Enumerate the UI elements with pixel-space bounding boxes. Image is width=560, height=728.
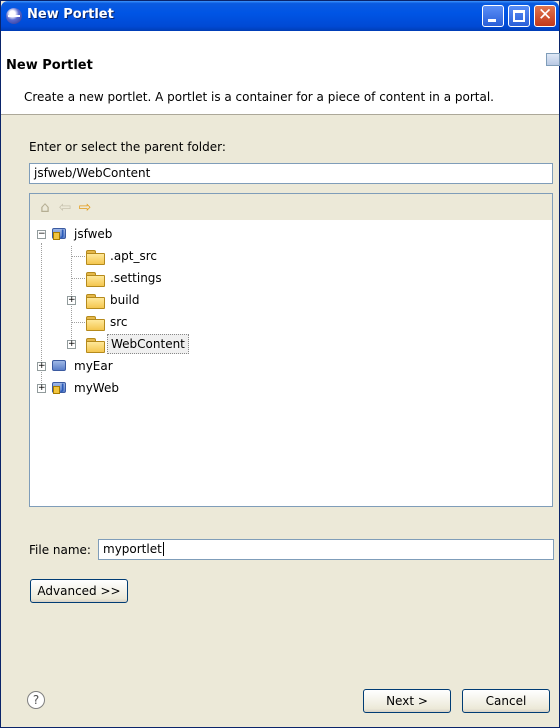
maximize-button[interactable] [508, 5, 530, 27]
folder-icon [86, 316, 105, 331]
ear-project-icon [52, 358, 70, 374]
title-bar[interactable]: New Portlet ✕ [1, 1, 559, 31]
advanced-button[interactable]: Advanced >> [30, 579, 128, 603]
tree-node-label: WebContent [107, 334, 189, 354]
tree-node-apt-src[interactable]: .apt_src [66, 246, 266, 266]
page-description: Create a new portlet. A portlet is a con… [24, 90, 494, 104]
file-name-input[interactable]: myportlet [98, 539, 554, 560]
help-icon[interactable]: ? [27, 691, 45, 709]
back-arrow-icon[interactable]: ⇦ [56, 198, 74, 216]
expand-icon[interactable]: + [37, 384, 46, 393]
tree-node-webcontent[interactable]: + WebContent [66, 334, 266, 354]
file-name-label: File name: [29, 543, 91, 557]
cancel-button[interactable]: Cancel [462, 689, 550, 713]
eclipse-icon [6, 8, 22, 24]
tree-node-settings[interactable]: .settings [66, 268, 266, 288]
new-portlet-dialog: New Portlet ✕ New Portlet Create a new p… [0, 0, 560, 728]
wizard-banner: New Portlet Create a new portlet. A port… [1, 31, 560, 115]
wizard-banner-icon [546, 53, 560, 66]
parent-folder-input[interactable]: jsfweb/WebContent [29, 163, 553, 184]
web-folder-icon [86, 338, 105, 353]
file-name-value: myportlet [103, 542, 162, 556]
tree-node-label: src [110, 315, 128, 329]
expand-icon[interactable]: + [67, 340, 76, 349]
text-cursor [162, 542, 164, 556]
expand-icon[interactable]: + [37, 362, 46, 371]
folder-icon [86, 250, 105, 265]
parent-folder-label: Enter or select the parent folder: [29, 140, 226, 154]
close-icon: ✕ [538, 5, 553, 25]
tree-node-label: myWeb [74, 381, 119, 395]
folder-icon [86, 272, 105, 287]
tree-node-label: .settings [110, 271, 162, 285]
tree-node-src[interactable]: src [66, 312, 266, 332]
folder-icon [86, 294, 105, 309]
tree-node-label: .apt_src [110, 249, 158, 263]
maximize-icon [513, 10, 525, 22]
collapse-icon[interactable]: − [37, 230, 46, 239]
page-title: New Portlet [6, 58, 93, 73]
minimize-icon [488, 19, 496, 22]
window-title: New Portlet [27, 7, 114, 22]
tree-node-myear[interactable]: + myEar [36, 356, 236, 376]
tree-toolbar: ⌂ ⇦ ⇨ [30, 194, 552, 220]
folder-tree[interactable]: ⌂ ⇦ ⇨ − J jsfweb .apt_src .settings + bu… [29, 193, 553, 507]
tree-node-myweb[interactable]: + J myWeb [36, 378, 236, 398]
minimize-button[interactable] [482, 5, 504, 27]
project-icon: J [52, 380, 70, 396]
tree-node-label: build [110, 293, 140, 307]
expand-icon[interactable]: + [67, 296, 76, 305]
forward-arrow-icon[interactable]: ⇨ [76, 198, 94, 216]
tree-node-build[interactable]: + build [66, 290, 266, 310]
tree-node-jsfweb[interactable]: − J jsfweb [36, 224, 236, 244]
project-icon: J [52, 226, 70, 242]
tree-node-label: myEar [74, 359, 113, 373]
next-button[interactable]: Next > [363, 689, 451, 713]
tree-node-label: jsfweb [74, 227, 113, 241]
close-button[interactable]: ✕ [534, 5, 556, 27]
home-icon[interactable]: ⌂ [36, 198, 54, 216]
